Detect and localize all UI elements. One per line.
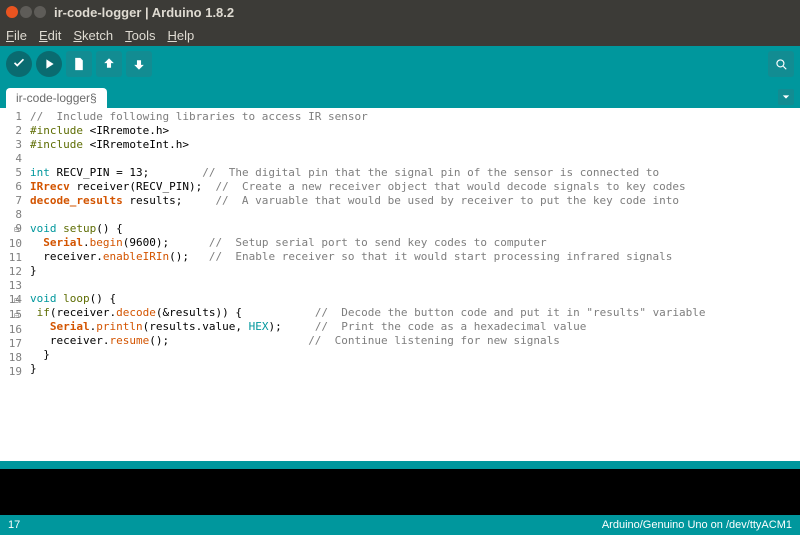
line-number: 2 — [0, 124, 22, 138]
line-number: 14⊟ — [0, 293, 22, 308]
line-number: 13 — [0, 279, 22, 293]
line-number: 4 — [0, 152, 22, 166]
maximize-icon[interactable] — [34, 6, 46, 18]
close-icon[interactable] — [6, 6, 18, 18]
line-number: 18 — [0, 351, 22, 365]
window-title: ir-code-logger | Arduino 1.8.2 — [54, 5, 234, 20]
new-button[interactable] — [66, 51, 92, 77]
serial-monitor-button[interactable] — [768, 51, 794, 77]
menu-sketch[interactable]: Sketch — [73, 28, 113, 43]
line-number: 6 — [0, 180, 22, 194]
line-number: 15⊟ — [0, 308, 22, 323]
tab-sketch[interactable]: ir-code-logger§ — [6, 88, 107, 108]
line-number: 17 — [0, 337, 22, 351]
tab-dropdown-icon[interactable] — [778, 89, 794, 105]
status-bar: 17 Arduino/Genuino Uno on /dev/ttyACM1 — [0, 515, 800, 535]
line-number: 12 — [0, 265, 22, 279]
menu-edit[interactable]: Edit — [39, 28, 61, 43]
minimize-icon[interactable] — [20, 6, 32, 18]
line-number: 7 — [0, 194, 22, 208]
line-number: 9⊟ — [0, 222, 22, 237]
window-controls — [6, 6, 46, 18]
line-number: 16 — [0, 323, 22, 337]
tab-bar: ir-code-logger§ — [0, 82, 800, 108]
line-number: 11 — [0, 251, 22, 265]
toolbar — [0, 46, 800, 82]
message-bar — [0, 461, 800, 469]
code-content[interactable]: // Include following libraries to access… — [26, 108, 800, 461]
line-gutter: 1 2 3 4 5 6 7 8 9⊟ 10 11 12 13 14⊟ 15⊟ 1… — [0, 108, 26, 461]
code-editor[interactable]: 1 2 3 4 5 6 7 8 9⊟ 10 11 12 13 14⊟ 15⊟ 1… — [0, 108, 800, 461]
line-number: 19 — [0, 365, 22, 379]
status-line: 17 — [8, 519, 20, 531]
status-board: Arduino/Genuino Uno on /dev/ttyACM1 — [602, 519, 792, 531]
verify-button[interactable] — [6, 51, 32, 77]
menu-tools[interactable]: Tools — [125, 28, 155, 43]
line-number: 3 — [0, 138, 22, 152]
open-button[interactable] — [96, 51, 122, 77]
titlebar: ir-code-logger | Arduino 1.8.2 — [0, 0, 800, 24]
console-output[interactable] — [0, 469, 800, 515]
line-number: 1 — [0, 110, 22, 124]
menubar: File Edit Sketch Tools Help — [0, 24, 800, 46]
line-number: 5 — [0, 166, 22, 180]
menu-help[interactable]: Help — [167, 28, 194, 43]
save-button[interactable] — [126, 51, 152, 77]
line-number: 10 — [0, 237, 22, 251]
menu-file[interactable]: File — [6, 28, 27, 43]
line-number: 8 — [0, 208, 22, 222]
upload-button[interactable] — [36, 51, 62, 77]
